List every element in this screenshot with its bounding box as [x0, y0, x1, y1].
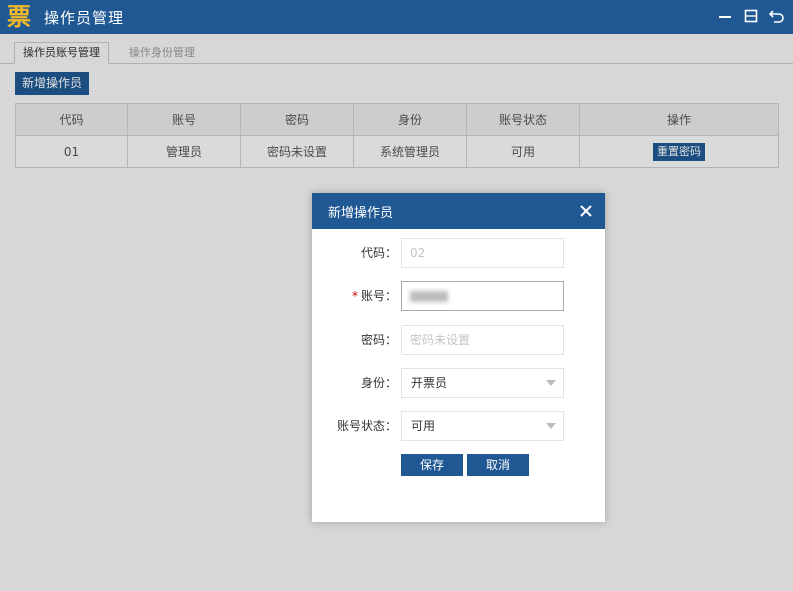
code-field[interactable]	[401, 238, 564, 268]
title-bar: 票 操作员管理	[0, 0, 793, 34]
status-select[interactable]: 可用	[401, 411, 564, 441]
save-button[interactable]: 保存	[401, 454, 463, 476]
close-icon[interactable]	[577, 202, 595, 220]
dialog-header: 新增操作员	[312, 193, 605, 229]
account-value-blurred	[410, 291, 448, 302]
dialog-title: 新增操作员	[328, 205, 394, 221]
chevron-down-icon	[546, 423, 556, 429]
role-select[interactable]: 开票员	[401, 368, 564, 398]
password-row: 密码：	[312, 325, 605, 355]
status-value: 可用	[411, 419, 436, 433]
password-label: 密码：	[360, 333, 397, 347]
app-window: 票 操作员管理 操作员账号管理 操作身份管理 新增操作员 代码 账号 密码 身份	[0, 0, 793, 591]
account-label-text: 账号：	[360, 289, 397, 303]
account-field[interactable]	[401, 281, 564, 311]
status-row: 账号状态： 可用	[312, 411, 605, 441]
app-logo-icon: 票	[7, 3, 31, 31]
account-label: * 账号：	[352, 281, 397, 311]
status-label: 账号状态：	[336, 419, 397, 433]
maximize-icon[interactable]	[743, 6, 759, 26]
window-title: 操作员管理	[44, 8, 125, 27]
minimize-icon[interactable]	[717, 6, 733, 26]
back-icon[interactable]	[769, 6, 785, 26]
required-mark: *	[351, 289, 358, 303]
code-row: 代码：	[312, 238, 605, 268]
password-field[interactable]	[401, 325, 564, 355]
code-label: 代码：	[360, 246, 397, 260]
cancel-button[interactable]: 取消	[467, 454, 529, 476]
role-row: 身份： 开票员	[312, 368, 605, 398]
role-label: 身份：	[360, 376, 397, 390]
add-operator-dialog: 新增操作员 代码： *账号： 密码： 身份： 开票员 账号状态：	[312, 193, 605, 522]
dialog-buttons: 保存 取消	[401, 454, 529, 476]
chevron-down-icon	[546, 380, 556, 386]
account-row: * 账号：	[312, 281, 605, 311]
role-value: 开票员	[411, 376, 448, 390]
window-controls	[717, 6, 785, 26]
